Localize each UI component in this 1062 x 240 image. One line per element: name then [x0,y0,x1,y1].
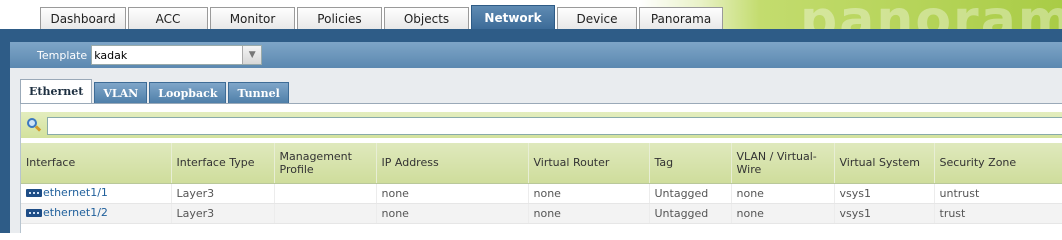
table-header-row: Interface Interface Type Management Prof… [21,143,1062,184]
template-bar: Template kadak ▼ [10,42,1062,68]
subtab-vlan[interactable]: VLAN [94,82,148,103]
cell-management-profile [274,183,377,204]
chevron-down-icon[interactable]: ▼ [242,46,262,64]
cell-interface-type: Layer3 [171,183,275,204]
col-virtual-system[interactable]: Virtual System [834,143,935,184]
col-vlan-virtual-wire[interactable]: VLAN / Virtual-Wire [731,143,835,184]
ethernet-port-icon [26,208,42,217]
subtab-ethernet[interactable]: Ethernet [20,79,93,103]
interface-link[interactable]: ethernet1/1 [26,186,108,199]
table-row[interactable]: ethernet1/1 Layer3 none none Untagged no… [21,183,1062,204]
col-ip-address[interactable]: IP Address [376,143,529,184]
tab-objects[interactable]: Objects [384,7,469,30]
cell-management-profile [274,203,377,224]
tab-acc[interactable]: ACC [128,7,208,30]
cell-virtual-router: none [528,203,650,224]
main-tabs: Dashboard ACC Monitor Policies Objects N… [40,5,725,30]
top-navigation: panorama Dashboard ACC Monitor Policies … [0,0,1062,30]
cell-interface: ethernet1/2 [21,203,172,224]
col-virtual-router[interactable]: Virtual Router [528,143,650,184]
interface-name[interactable]: ethernet1/2 [43,206,108,219]
table-row[interactable]: ethernet1/2 Layer3 none none Untagged no… [21,203,1062,224]
interface-grid: Interface Interface Type Management Prof… [20,104,1062,233]
search-icon[interactable] [27,118,42,132]
template-value: kadak [94,48,128,62]
cell-virtual-router: none [528,183,650,204]
left-band [0,42,10,233]
cell-tag: Untagged [649,203,732,224]
col-tag[interactable]: Tag [649,143,732,184]
content-panel: Ethernet VLAN Loopback Tunnel Interface … [10,68,1062,233]
template-select[interactable]: kadak ▼ [91,45,263,65]
col-interface-type[interactable]: Interface Type [171,143,275,184]
cell-interface: ethernet1/1 [21,183,172,204]
tab-monitor[interactable]: Monitor [210,7,295,30]
tab-policies[interactable]: Policies [297,7,382,30]
subtab-tunnel[interactable]: Tunnel [228,82,289,103]
interfaces-table: Interface Interface Type Management Prof… [21,143,1062,224]
interface-link[interactable]: ethernet1/2 [26,206,108,219]
header-band [0,29,1062,42]
tab-panorama[interactable]: Panorama [639,7,723,30]
cell-security-zone: trust [934,203,1062,224]
cell-interface-type: Layer3 [171,203,275,224]
cell-ip-address: none [376,183,529,204]
template-label: Template [37,48,88,62]
tab-device[interactable]: Device [557,7,637,30]
cell-vlan-virtual-wire: none [731,203,835,224]
cell-security-zone: untrust [934,183,1062,204]
subtab-loopback[interactable]: Loopback [149,82,227,103]
interface-name[interactable]: ethernet1/1 [43,186,108,199]
cell-tag: Untagged [649,183,732,204]
col-interface[interactable]: Interface [21,143,172,184]
col-security-zone[interactable]: Security Zone [934,143,1062,184]
interface-subtabs: Ethernet VLAN Loopback Tunnel [20,79,291,103]
filter-bar [21,112,1062,138]
cell-ip-address: none [376,203,529,224]
tab-dashboard[interactable]: Dashboard [40,7,126,30]
cell-virtual-system: vsys1 [834,183,935,204]
panorama-watermark: panorama [800,0,1062,30]
ethernet-port-icon [26,188,42,197]
cell-virtual-system: vsys1 [834,203,935,224]
cell-vlan-virtual-wire: none [731,183,835,204]
col-management-profile[interactable]: Management Profile [274,143,377,184]
filter-input[interactable] [47,117,1062,135]
tab-network[interactable]: Network [471,5,555,30]
